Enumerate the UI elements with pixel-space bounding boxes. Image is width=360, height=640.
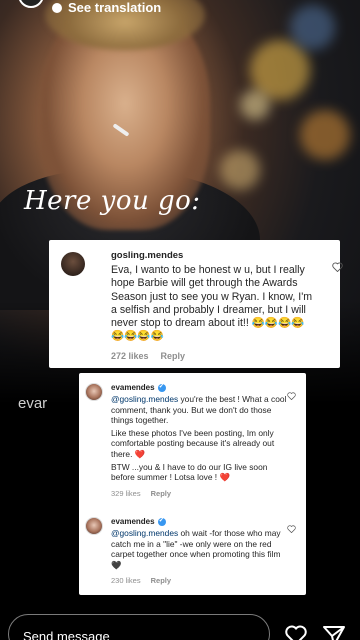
commenter-avatar	[61, 252, 85, 276]
send-message-input[interactable]: Send message	[8, 614, 270, 640]
send-message-placeholder: Send message	[23, 629, 110, 640]
see-translation-button[interactable]: See translation	[52, 0, 161, 15]
comment-username: gosling.mendes	[111, 250, 184, 261]
comment-screenshot-2: evamendes @gosling.mendes you're the bes…	[79, 373, 306, 595]
reply1-likes: 329 likes	[111, 489, 141, 498]
comment-text: Eva, I wanto to be honest w u, but I rea…	[111, 264, 313, 343]
mention-link: @gosling.mendes	[111, 394, 179, 404]
reply1-text: @gosling.mendes you're the best ! What a…	[111, 394, 287, 485]
like-heart-icon	[332, 262, 343, 272]
bokeh-light	[220, 150, 260, 190]
bokeh-light	[240, 90, 270, 120]
story-caption: Here you go:	[24, 186, 201, 216]
bokeh-light	[300, 110, 350, 160]
like-heart-icon	[287, 525, 296, 533]
share-paper-plane-icon[interactable]	[322, 624, 346, 640]
comment-likes: 272 likes	[111, 351, 149, 361]
reply1-username: evamendes	[111, 383, 155, 392]
reply1-user: evamendes	[111, 382, 166, 392]
reply2-user: evamendes	[111, 516, 166, 526]
reply-avatar	[85, 383, 103, 401]
reply2-reply: Reply	[150, 576, 172, 585]
reply2-meta: 230 likes Reply	[111, 576, 171, 585]
like-story-heart-icon[interactable]	[284, 624, 308, 640]
reply1-text-b: Like these photos I've been posting, Im …	[111, 427, 275, 459]
story-viewer: See translation Here you go: gosling.men…	[0, 0, 360, 640]
comment-screenshot-1: gosling.mendes Eva, I wanto to be honest…	[49, 240, 343, 368]
comment-meta: 272 likes Reply	[111, 351, 185, 361]
verified-badge-icon	[157, 382, 166, 392]
mention-link: @gosling.mendes	[111, 528, 179, 538]
see-translation-label: See translation	[68, 0, 162, 15]
reply2-text: @gosling.mendes oh wait -for those who m…	[111, 528, 287, 572]
bokeh-light	[290, 5, 335, 50]
like-heart-icon	[287, 392, 296, 400]
reply1-meta: 329 likes Reply	[111, 489, 171, 498]
reply1-reply: Reply	[150, 489, 172, 498]
comment-reply: Reply	[160, 351, 186, 361]
reply2-username: evamendes	[111, 517, 155, 526]
verified-badge-icon	[157, 516, 166, 526]
reply2-likes: 230 likes	[111, 576, 141, 585]
story-username-partial: evar	[18, 395, 48, 412]
translate-icon	[52, 2, 62, 13]
reply-avatar	[85, 517, 103, 535]
reply1-text-c: BTW ...you & I have to do our IG live so…	[111, 461, 268, 483]
